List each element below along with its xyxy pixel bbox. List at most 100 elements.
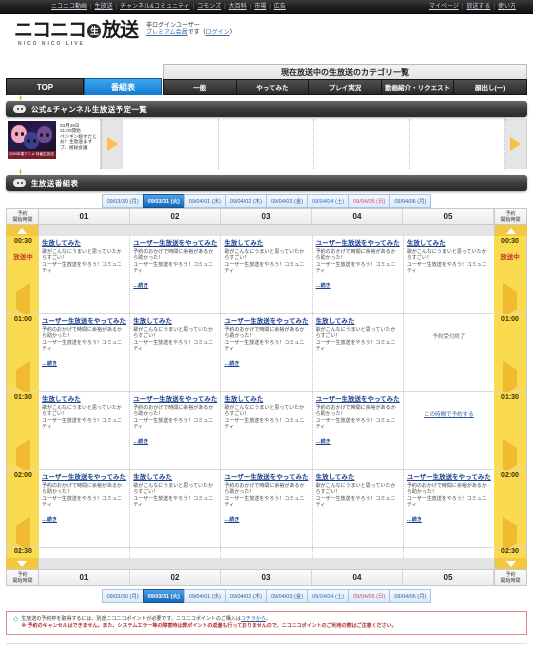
program-cell[interactable]: 生放してみた 歌がこんなにうまいと思っていたからすごい！ ユーザー生放送をやろう… — [404, 236, 494, 313]
program-cell[interactable] — [130, 548, 222, 558]
program-cell[interactable]: 生放してみた 歌がこんなにうまいと思っていたからすごい！ ユーザー生放送をやろう… — [39, 392, 131, 469]
program-more-link[interactable]: …続き — [316, 283, 331, 289]
program-more-link[interactable]: …続き — [42, 517, 57, 523]
program-title-link[interactable]: 生放してみた — [316, 318, 400, 326]
tab-schedule[interactable]: 番組表 — [84, 78, 162, 95]
next-day-arrow-right[interactable] — [503, 517, 517, 552]
program-cell[interactable]: ユーザー生放送をやってみた 予約のおかげで時間に余裕があるから助かった！ ユーザ… — [130, 392, 222, 469]
program-cell[interactable]: ユーザー生放送をやってみた 予約のおかげで時間に余裕があるから助かった！ ユーザ… — [221, 314, 313, 391]
carousel-item[interactable] — [123, 119, 219, 169]
program-cell[interactable]: ユーザー生放送をやってみた 予約のおかげで時間に余裕があるから助かった！ ユーザ… — [39, 314, 131, 391]
program-more-link[interactable]: …続き — [133, 439, 148, 445]
category-tab-face-reveal[interactable]: 顔出し(一) — [454, 79, 527, 95]
nav-link-dictionary[interactable]: 大百科 — [226, 3, 250, 11]
date-tab-bottom-0330[interactable]: 09/03/30 (月) — [101, 589, 143, 603]
nav-link-live[interactable]: 生放送 — [92, 3, 116, 11]
program-cell[interactable]: 生放してみた 歌がこんなにうまいと思っていたからすごい！ ユーザー生放送をやろう… — [39, 236, 131, 313]
login-link[interactable]: ログイン — [206, 30, 230, 36]
program-more-link[interactable]: …続き — [224, 517, 239, 523]
program-title-link[interactable]: 生放してみた — [224, 240, 308, 248]
program-more-link[interactable]: …続き — [42, 361, 57, 367]
program-title-link[interactable]: ユーザー生放送をやってみた — [407, 474, 491, 482]
program-title-link[interactable]: 生放してみた — [42, 396, 126, 404]
next-day-arrow-right[interactable] — [503, 439, 517, 474]
point-purchase-link[interactable]: コチラから — [241, 616, 266, 622]
program-cell[interactable]: 生放してみた 歌がこんなにうまいと思っていたからすごい！ ユーザー生放送をやろう… — [221, 392, 313, 469]
date-tab-bottom-0402[interactable]: 09/04/02 (木) — [224, 589, 266, 603]
date-tab-0402[interactable]: 09/04/02 (木) — [224, 194, 266, 208]
program-title-link[interactable]: 生放してみた — [224, 396, 308, 404]
program-cell[interactable]: ユーザー生放送をやってみた 予約のおかげで時間に余裕があるから助かった！ ユーザ… — [404, 470, 494, 547]
program-cell[interactable]: 生放してみた 歌がこんなにうまいと思っていたからすごい！ ユーザー生放送をやろう… — [130, 314, 222, 391]
program-title-link[interactable]: 生放してみた — [42, 240, 126, 248]
date-tab-bottom-0401[interactable]: 09/04/01 (水) — [183, 589, 225, 603]
prev-day-arrow-left[interactable] — [16, 517, 30, 552]
carousel-item[interactable]: 2009年春アニメ 特番生放送 03月29日 21:00開始 ペンギン娘すたじ … — [6, 119, 102, 169]
next-day-arrow-right[interactable] — [503, 283, 517, 318]
carousel-prev-button[interactable] — [101, 119, 124, 169]
scroll-up-button-right[interactable] — [495, 225, 527, 236]
program-more-link[interactable]: …続き — [133, 283, 148, 289]
program-title-link[interactable]: 生放してみた — [316, 474, 400, 482]
program-cell[interactable]: ユーザー生放送をやってみた 予約のおかげで時間に余裕があるから助かった！ ユーザ… — [221, 470, 313, 547]
program-cell-reservable[interactable]: この時間で予約する — [404, 392, 494, 469]
program-title-link[interactable]: ユーザー生放送をやってみた — [42, 318, 126, 326]
prev-day-arrow-left[interactable] — [16, 361, 30, 396]
program-more-link[interactable]: …続き — [224, 361, 239, 367]
program-cell[interactable]: ユーザー生放送をやってみた 予約のおかげで時間に余裕があるから助かった！ ユーザ… — [313, 236, 404, 313]
carousel-next-button[interactable] — [505, 119, 528, 169]
prev-day-arrow-left[interactable] — [16, 439, 30, 474]
program-cell[interactable] — [221, 548, 313, 558]
program-cell[interactable]: 生放してみた 歌がこんなにうまいと思っていたからすごい！ ユーザー生放送をやろう… — [130, 470, 222, 547]
date-tab-0405[interactable]: 09/04/05 (日) — [348, 194, 390, 208]
nav-link-market[interactable]: 市場 — [251, 3, 269, 11]
category-tab-yattemita[interactable]: やってみた — [236, 79, 310, 95]
program-cell[interactable]: 生放してみた 歌がこんなにうまいと思っていたからすごい！ ユーザー生放送をやろう… — [221, 236, 313, 313]
date-tab-0403[interactable]: 09/04/03 (金) — [266, 194, 308, 208]
nav-link-nicovideo[interactable]: ニコニコ動画 — [48, 3, 90, 11]
next-day-arrow-right[interactable] — [503, 361, 517, 396]
nav-link-commons[interactable]: コモンズ — [194, 3, 224, 11]
program-title-link[interactable]: 生放してみた — [407, 240, 491, 248]
program-title-link[interactable]: ユーザー生放送をやってみた — [133, 396, 217, 404]
nav-link-ad[interactable]: 広告 — [271, 3, 289, 11]
carousel-item[interactable] — [314, 119, 410, 169]
nav-link-howto[interactable]: 使い方 — [495, 3, 519, 11]
date-tab-bottom-0403[interactable]: 09/04/03 (金) — [266, 589, 308, 603]
date-tab-0404[interactable]: 09/04/04 (土) — [307, 194, 349, 208]
date-tab-0331[interactable]: 09/03/31 (火) — [142, 194, 184, 208]
date-tab-0406[interactable]: 09/04/06 (月) — [389, 194, 432, 208]
program-cell[interactable] — [404, 548, 494, 558]
prev-day-arrow-left[interactable] — [16, 283, 30, 318]
program-cell[interactable]: ユーザー生放送をやってみた 予約のおかげで時間に余裕があるから助かった！ ユーザ… — [39, 470, 131, 547]
date-tab-bottom-0331[interactable]: 09/03/31 (火) — [142, 589, 184, 603]
date-tab-bottom-0406[interactable]: 09/04/06 (月) — [389, 589, 432, 603]
site-logo[interactable]: ニコニコ生放送 NICO NICO LIVE — [14, 21, 139, 48]
scroll-down-button-right[interactable] — [495, 558, 527, 569]
date-tab-0330[interactable]: 09/03/30 (月) — [101, 194, 143, 208]
program-cell[interactable]: 生放してみた 歌がこんなにうまいと思っていたからすごい！ ユーザー生放送をやろう… — [313, 314, 404, 391]
reserve-this-slot-link[interactable]: この時間で予約する — [407, 396, 491, 418]
program-title-link[interactable]: ユーザー生放送をやってみた — [316, 396, 400, 404]
program-cell[interactable]: ユーザー生放送をやってみた 予約のおかげで時間に余裕があるから助かった！ ユーザ… — [313, 392, 404, 469]
program-title-link[interactable]: ユーザー生放送をやってみた — [133, 240, 217, 248]
program-title-link[interactable]: ユーザー生放送をやってみた — [42, 474, 126, 482]
program-cell[interactable]: ユーザー生放送をやってみた 予約のおかげで時間に余裕があるから助かった！ ユーザ… — [130, 236, 222, 313]
category-tab-general[interactable]: 一般 — [163, 79, 237, 95]
program-title-link[interactable]: ユーザー生放送をやってみた — [224, 318, 308, 326]
nav-link-mypage[interactable]: マイページ — [426, 3, 462, 11]
program-more-link[interactable]: …続き — [316, 439, 331, 445]
program-title-link[interactable]: ユーザー生放送をやってみた — [316, 240, 400, 248]
scroll-down-button-left[interactable] — [6, 558, 38, 569]
premium-link[interactable]: プレミアム会員 — [146, 30, 188, 36]
date-tab-0401[interactable]: 09/04/01 (水) — [183, 194, 225, 208]
category-tab-video-request[interactable]: 動画紹介・リクエスト — [381, 79, 455, 95]
program-title-link[interactable]: ユーザー生放送をやってみた — [224, 474, 308, 482]
category-tab-playthrough[interactable]: プレイ実況 — [309, 79, 382, 95]
nav-link-channel[interactable]: チャンネル&コミュニティ — [117, 3, 192, 11]
program-cell[interactable] — [39, 548, 131, 558]
scroll-up-button-left[interactable] — [6, 225, 38, 236]
program-cell[interactable]: 生放してみた 歌がこんなにうまいと思っていたからすごい！ ユーザー生放送をやろう… — [313, 470, 404, 547]
tab-top[interactable]: TOP — [6, 78, 84, 95]
date-tab-bottom-0404[interactable]: 09/04/04 (土) — [307, 589, 349, 603]
